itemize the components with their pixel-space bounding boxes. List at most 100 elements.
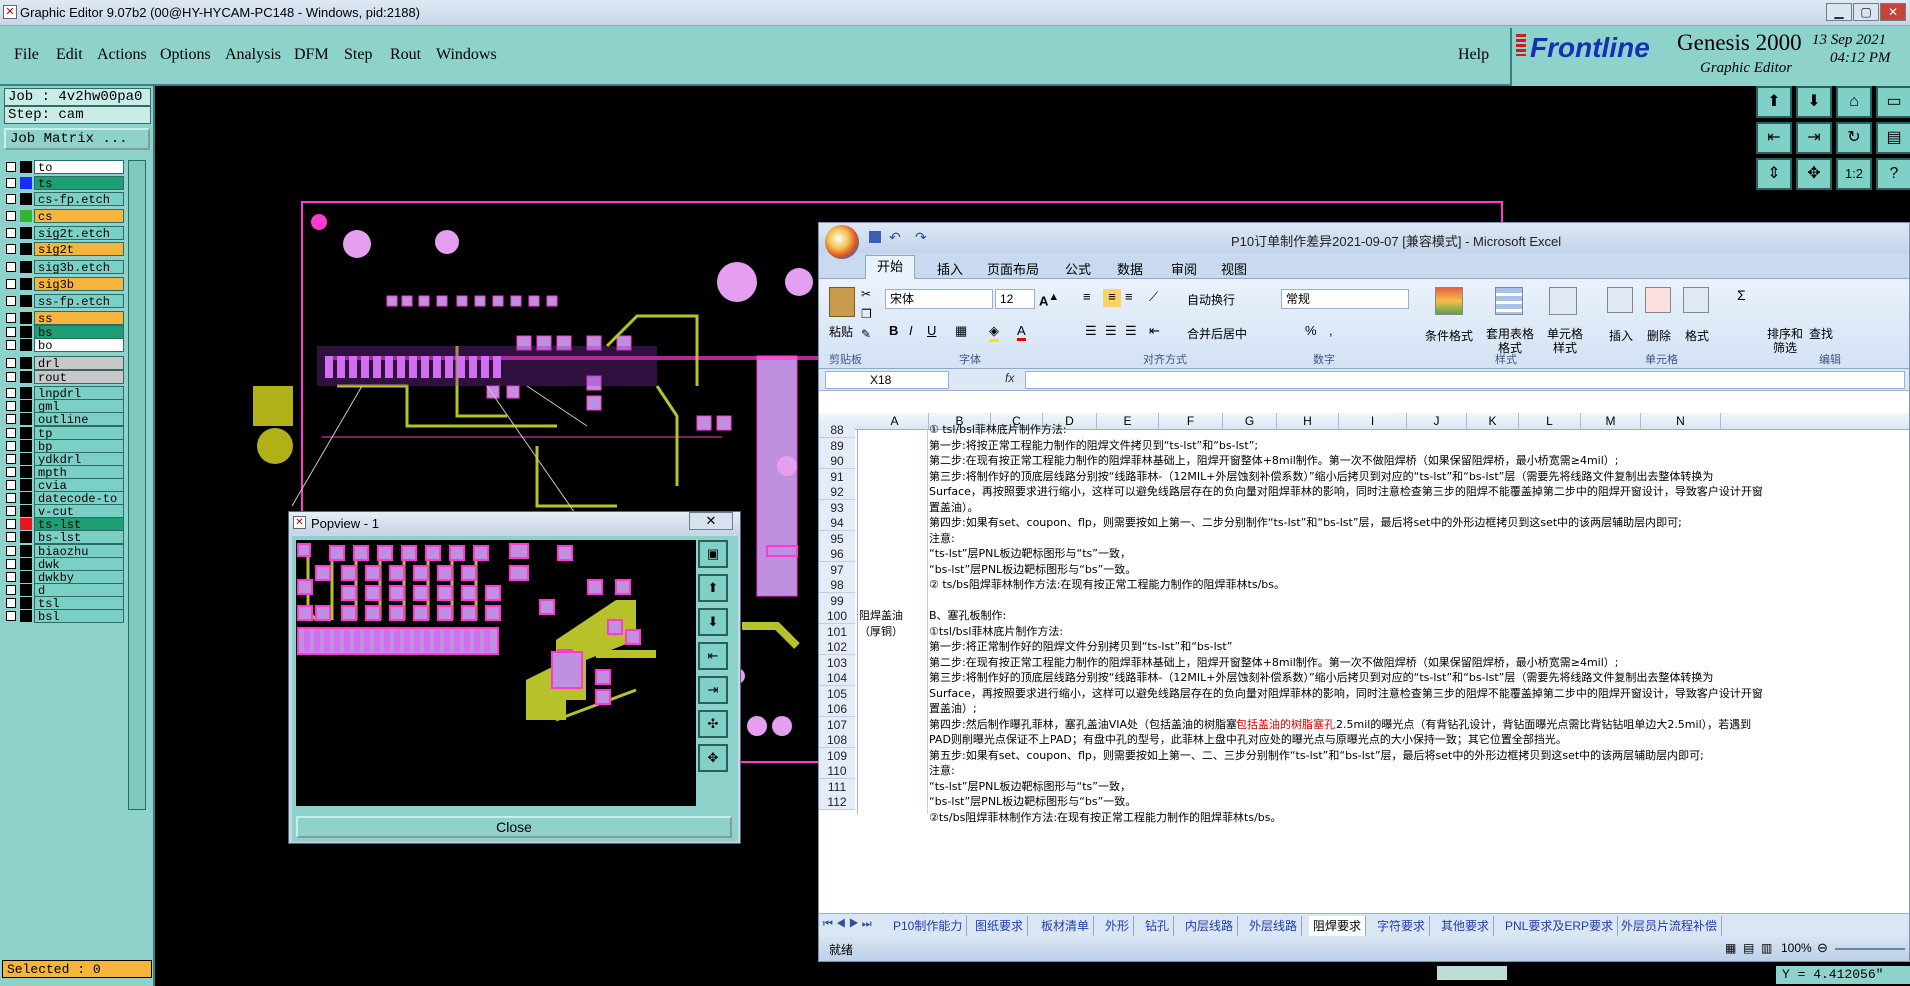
layer-checkbox[interactable]: [6, 611, 16, 621]
row-header[interactable]: 102: [819, 639, 855, 655]
fx-icon[interactable]: fx: [1005, 371, 1014, 385]
layer-row-bp[interactable]: bp: [6, 439, 124, 454]
layer-checkbox[interactable]: [6, 262, 16, 272]
row-header[interactable]: 105: [819, 685, 855, 702]
layer-name[interactable]: bs-lst: [34, 530, 124, 545]
align-bottom-icon[interactable]: ≡: [1125, 289, 1133, 304]
tab-home[interactable]: 开始: [865, 255, 915, 279]
layer-checkbox[interactable]: [6, 296, 16, 306]
layer-checkbox[interactable]: [6, 441, 16, 451]
popview-canvas[interactable]: [296, 540, 696, 806]
cell-style-icon[interactable]: [1549, 287, 1577, 315]
layer-row-bs-lst[interactable]: bs-lst: [6, 530, 124, 545]
pan-left-icon[interactable]: ⇤: [1756, 122, 1792, 154]
row-header[interactable]: 101: [819, 623, 855, 640]
row-header[interactable]: 95: [819, 530, 855, 547]
quick-undo-icon[interactable]: ↶: [889, 229, 901, 246]
fill-color-icon[interactable]: ◈: [989, 323, 999, 342]
cell-b[interactable]: 置盖油）;: [929, 701, 1907, 717]
row-header[interactable]: 109: [819, 747, 855, 764]
layer-row-sig3b[interactable]: sig3b: [6, 277, 124, 292]
row-header[interactable]: 91: [819, 468, 855, 485]
font-color-icon[interactable]: A: [1017, 323, 1026, 341]
cell-b[interactable]: 第四步:然后制作曝孔菲林，塞孔盖油VIA处（包括盖油的树脂塞孔）加比钻咀单边大2…: [929, 717, 1907, 733]
layer-checkbox[interactable]: [6, 244, 16, 254]
sheet-tab[interactable]: 板材清单: [1037, 916, 1095, 936]
align-center-icon[interactable]: ☰: [1105, 323, 1117, 339]
indent-icon[interactable]: ⇤: [1149, 323, 1160, 339]
cell-b[interactable]: 第二步:在现有按正常工程能力制作的阻焊菲林基础上，阻焊开窗整体+8mil制作。第…: [929, 453, 1907, 469]
align-middle-icon[interactable]: ≡: [1103, 289, 1121, 307]
copy-icon[interactable]: ❐: [861, 307, 872, 321]
conditional-format-icon[interactable]: [1435, 287, 1463, 315]
row-header[interactable]: 111: [819, 778, 855, 795]
row-header[interactable]: 90: [819, 453, 855, 469]
layer-row-mpth[interactable]: mpth: [6, 465, 124, 480]
zoom-home-icon[interactable]: ⬆: [1756, 86, 1792, 118]
layer-row-bsl[interactable]: bsl: [6, 609, 124, 624]
tab-formulas[interactable]: 公式: [1065, 259, 1091, 278]
sheet-tab[interactable]: 外层员片流程补偿: [1617, 916, 1723, 936]
pv-up-icon[interactable]: ⬆: [698, 574, 728, 602]
layer-checkbox[interactable]: [6, 480, 16, 490]
ratio-icon[interactable]: 1:2: [1836, 158, 1872, 190]
row-header[interactable]: 107: [819, 716, 855, 733]
row-header[interactable]: 92: [819, 484, 855, 500]
popview-close-button[interactable]: Close: [296, 816, 732, 838]
menu-options[interactable]: Options: [160, 46, 211, 64]
sheet-tab[interactable]: 钻孔: [1141, 916, 1175, 936]
align-right-icon[interactable]: ☰: [1125, 323, 1137, 339]
sheet-tab[interactable]: 其他要求: [1437, 916, 1495, 936]
sum-icon[interactable]: Σ: [1737, 287, 1746, 303]
popview-close-icon[interactable]: ✕: [689, 512, 733, 530]
align-left-icon[interactable]: ☰: [1085, 323, 1097, 339]
layer-checkbox[interactable]: [6, 532, 16, 542]
layer-row-dwkby[interactable]: dwkby: [6, 570, 124, 585]
number-format-select[interactable]: 常规: [1281, 289, 1409, 309]
layer-checkbox[interactable]: [6, 585, 16, 595]
layer-row-bo[interactable]: bo: [6, 338, 124, 353]
layer-row-drl[interactable]: drl: [6, 356, 124, 371]
layer-name[interactable]: ydkdrl: [34, 452, 124, 467]
cell-b[interactable]: 第一步:将正常制作好的阻焊文件分别拷贝到“ts-lst”和“bs-lst”: [929, 639, 1907, 655]
layer-name[interactable]: bo: [34, 338, 124, 353]
home-icon[interactable]: ⌂: [1836, 86, 1872, 118]
menu-rout[interactable]: Rout: [390, 46, 421, 64]
row-header[interactable]: 89: [819, 437, 855, 454]
sheet-tab[interactable]: 外层线路: [1245, 916, 1303, 936]
pan-right-icon[interactable]: ⇥: [1796, 122, 1832, 154]
tab-data[interactable]: 数据: [1117, 259, 1143, 278]
cut-icon[interactable]: ✂: [861, 287, 871, 301]
format-painter-icon[interactable]: ✎: [861, 327, 871, 341]
layer-name[interactable]: ss-fp.etch: [34, 294, 124, 309]
layer-checkbox[interactable]: [6, 454, 16, 464]
percent-icon[interactable]: %: [1305, 323, 1317, 338]
row-header[interactable]: 100: [819, 608, 855, 624]
cell-b[interactable]: Surface，再按照要求进行缩小，这样可以避免线路层存在的负向量对阻焊菲林的影…: [929, 484, 1907, 500]
minimize-button[interactable]: ▁: [1826, 3, 1852, 21]
layer-name[interactable]: cs-fp.etch: [34, 192, 124, 207]
layer-row-d[interactable]: d: [6, 583, 124, 598]
menu-help[interactable]: Help: [1458, 46, 1489, 64]
layer-name[interactable]: tsl: [34, 596, 124, 611]
layer-name[interactable]: biaozhu: [34, 544, 124, 559]
menu-step[interactable]: Step: [344, 46, 372, 64]
format-cells-label[interactable]: 格式: [1685, 327, 1709, 344]
zoom-out-icon[interactable]: ⊖: [1817, 940, 1828, 956]
cell-b[interactable]: 第一步:将按正常工程能力制作的阻焊文件拷贝到“ts-lst”和“bs-lst”;: [929, 438, 1907, 454]
move-icon[interactable]: ✥: [1796, 158, 1832, 190]
layer-checkbox[interactable]: [6, 340, 16, 350]
layer-checkbox[interactable]: [6, 493, 16, 503]
row-header[interactable]: 96: [819, 546, 855, 562]
row-header[interactable]: 104: [819, 670, 855, 686]
formula-input[interactable]: [1025, 371, 1905, 389]
border-icon[interactable]: ▦: [955, 323, 967, 339]
sheet-tab[interactable]: PNL要求及ERP要求: [1501, 916, 1619, 936]
cell-b[interactable]: “ts-lst”层PNL板边靶标图形与“ts”一致，: [929, 779, 1907, 795]
layer-name[interactable]: dwkby: [34, 570, 124, 585]
pv-move-icon[interactable]: ✥: [698, 744, 728, 772]
layer-name[interactable]: mpth: [34, 465, 124, 480]
layer-checkbox[interactable]: [6, 559, 16, 569]
row-header[interactable]: 103: [819, 654, 855, 671]
cell-b[interactable]: 第二步:在现有按正常工程能力制作的阻焊菲林基础上，阻焊开窗整体+8mil制作。第…: [929, 655, 1907, 671]
